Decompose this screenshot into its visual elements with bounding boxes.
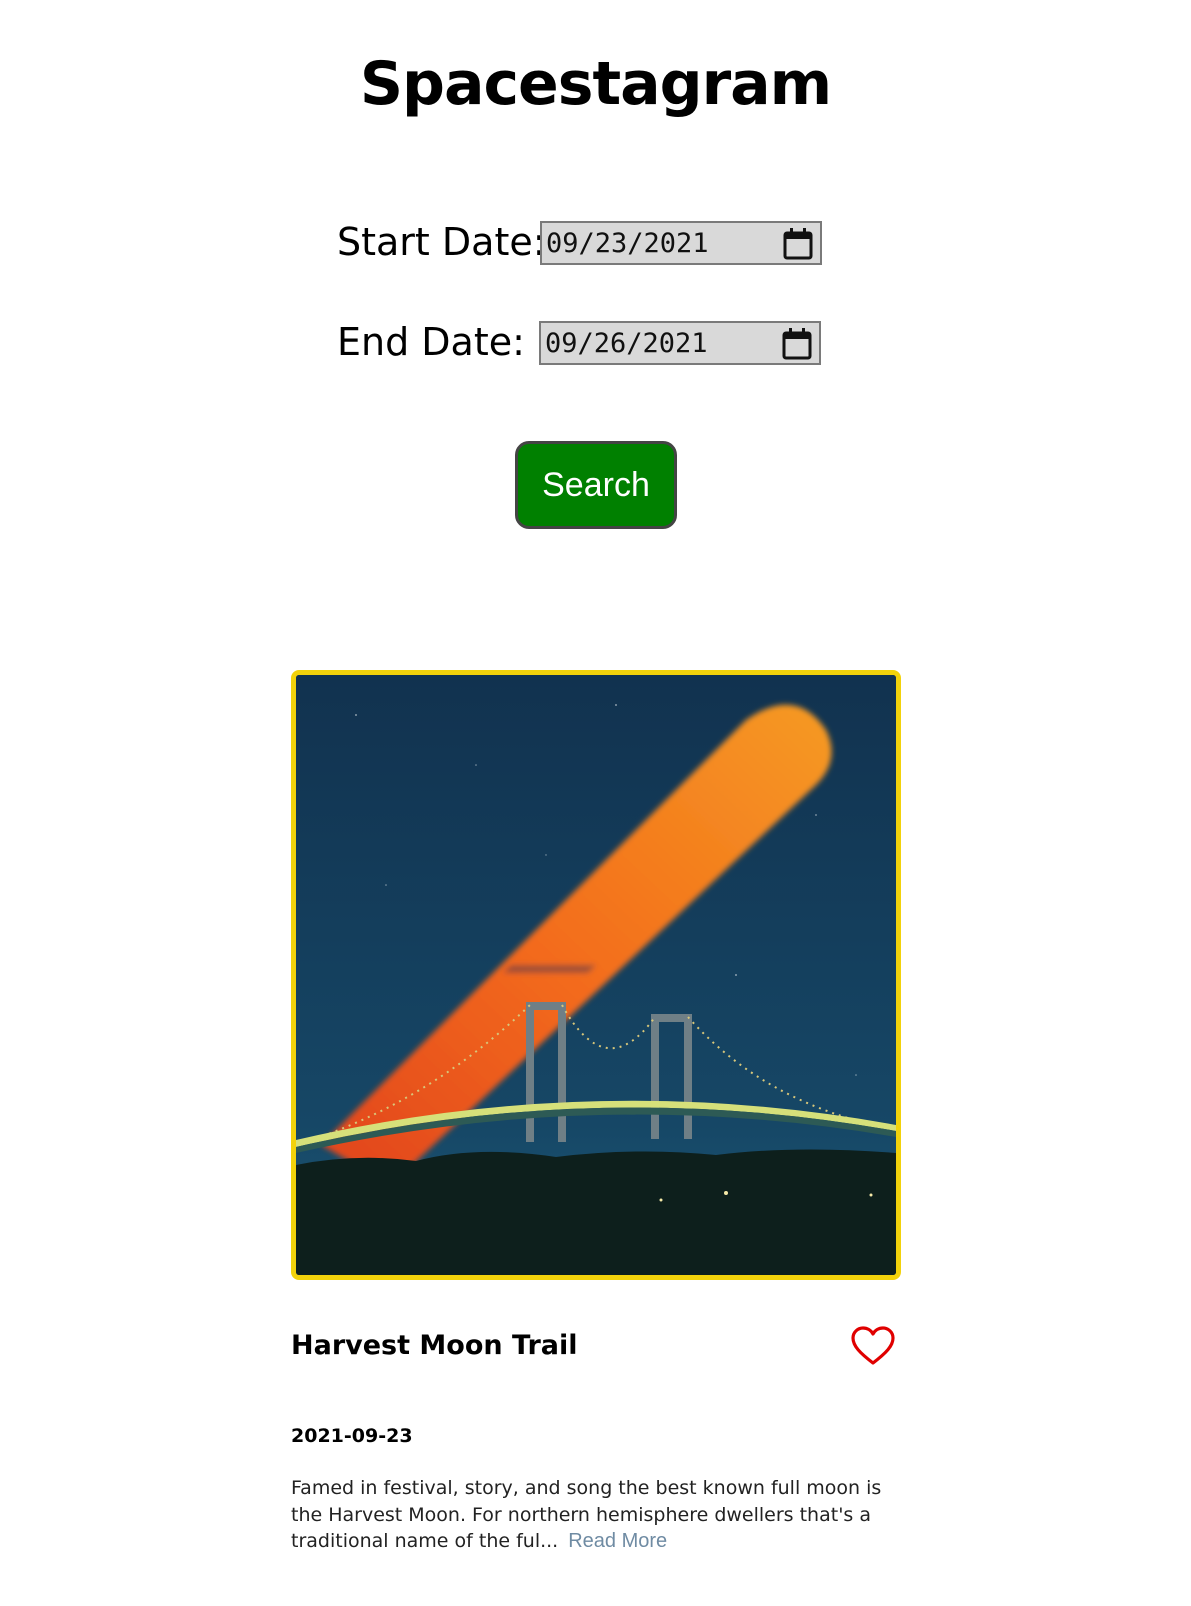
heart-icon[interactable] (850, 1325, 896, 1367)
page-title: Spacestagram (359, 49, 832, 119)
start-date-input[interactable]: 09/23/2021 (540, 221, 822, 265)
end-date-input[interactable]: 09/26/2021 (539, 321, 821, 365)
start-date-label: Start Date: (337, 220, 546, 264)
end-date-row: End Date: 09/26/2021 (337, 318, 821, 366)
start-date-value: 09/23/2021 (546, 227, 709, 259)
post-title: Harvest Moon Trail (291, 1330, 578, 1361)
end-date-label: End Date: (337, 320, 525, 364)
end-date-value: 09/26/2021 (545, 327, 708, 359)
search-button[interactable]: Search (515, 441, 677, 529)
start-date-row: Start Date: 09/23/2021 (337, 218, 822, 266)
calendar-icon[interactable] (781, 327, 813, 361)
calendar-icon[interactable] (782, 227, 814, 261)
post-description: Famed in festival, story, and song the b… (291, 1475, 901, 1555)
post-date: 2021-09-23 (291, 1425, 413, 1447)
read-more-link[interactable]: Read More (568, 1530, 667, 1552)
harvest-moon-photo (296, 675, 896, 1275)
post-image[interactable] (291, 670, 901, 1280)
